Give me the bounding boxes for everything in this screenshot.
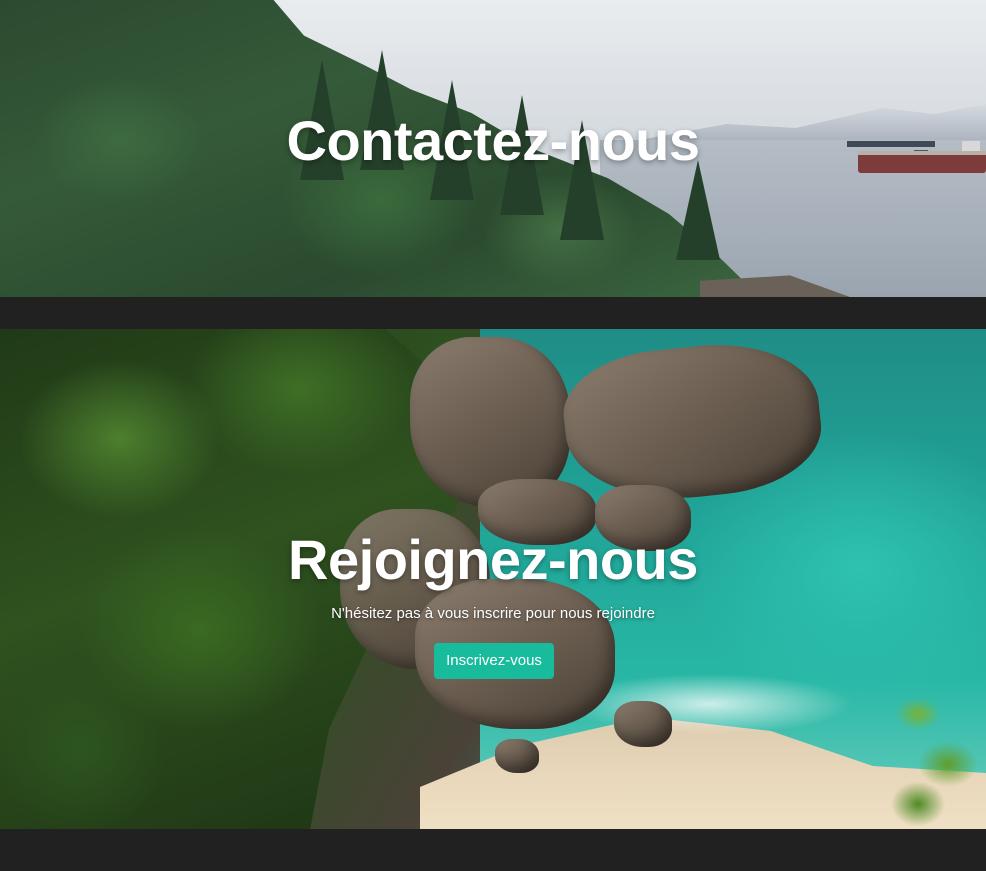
page: Contactez-nous Rejoignez-nous N'hésitez … xyxy=(0,0,986,871)
signup-button[interactable]: Inscrivez-vous xyxy=(434,643,554,679)
join-hero-rock xyxy=(495,739,539,773)
section-divider xyxy=(0,297,986,329)
join-hero-rock xyxy=(614,701,672,747)
contact-hero-tree xyxy=(676,160,720,260)
join-subtitle: N'hésitez pas à vous inscrire pour nous … xyxy=(331,605,655,622)
join-hero: Rejoignez-nous N'hésitez pas à vous insc… xyxy=(0,329,986,829)
footer-band xyxy=(0,829,986,871)
join-title: Rejoignez-nous xyxy=(288,528,698,591)
contact-hero: Contactez-nous xyxy=(0,0,986,297)
join-hero-plant xyxy=(878,684,986,829)
contact-title: Contactez-nous xyxy=(286,109,701,172)
